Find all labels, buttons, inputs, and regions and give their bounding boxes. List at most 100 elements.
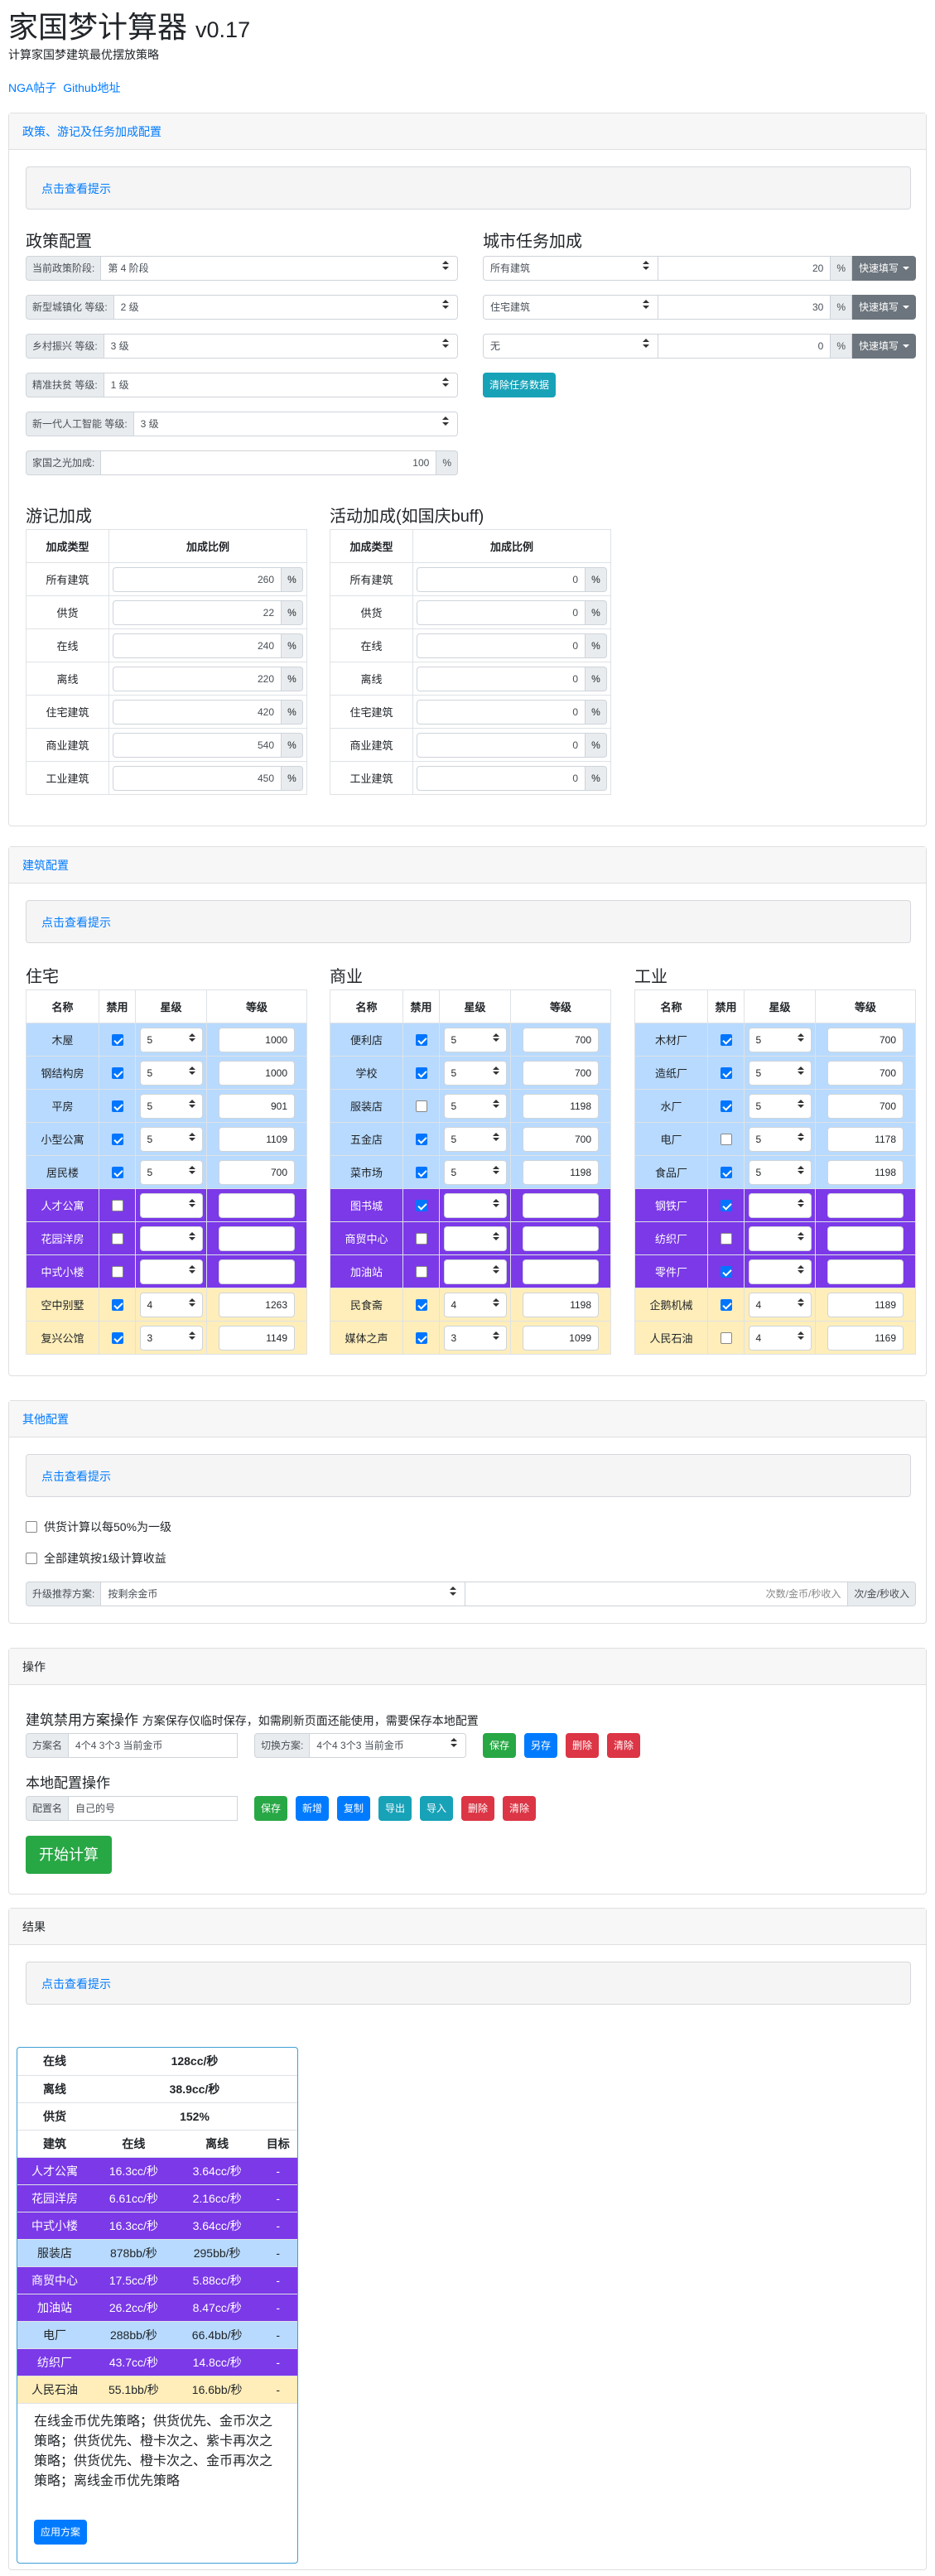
ban-checkbox[interactable] xyxy=(111,1299,123,1312)
rural-revival-select[interactable]: 乡村振兴 等级: 3 级 xyxy=(26,334,458,359)
level-input[interactable]: 700 xyxy=(523,1126,599,1152)
apply-scheme-button[interactable]: 应用方案 xyxy=(34,2520,88,2545)
start-calculation-button[interactable]: 开始计算 xyxy=(26,1836,112,1874)
github-link[interactable]: Github地址 xyxy=(63,81,120,94)
scheme-name-group[interactable]: 方案名 4个4 3个3 当前金币 xyxy=(26,1733,238,1758)
bonus-value[interactable]: 0 xyxy=(417,699,586,725)
bonus-input[interactable]: 540% xyxy=(113,732,303,758)
level-input[interactable]: 1169 xyxy=(827,1325,904,1351)
bonus-input[interactable]: 240% xyxy=(113,633,303,658)
ban-checkbox[interactable] xyxy=(111,1332,123,1345)
clear-scheme-button[interactable]: 清除 xyxy=(607,1733,641,1758)
policy-hint[interactable]: 点击查看提示 xyxy=(26,166,911,209)
bonus-value[interactable]: 0 xyxy=(417,666,586,691)
star-select[interactable]: 5 xyxy=(443,1225,507,1251)
ban-checkbox[interactable] xyxy=(415,1100,427,1113)
save-scheme-button[interactable]: 保存 xyxy=(483,1733,517,1758)
ban-checkbox[interactable] xyxy=(415,1034,427,1047)
saveas-scheme-button[interactable]: 另存 xyxy=(524,1733,558,1758)
level-input[interactable]: 1198 xyxy=(523,1093,599,1119)
star-select[interactable]: 5 xyxy=(139,1225,203,1251)
ai-level-select[interactable]: 新一代人工智能 等级: 3 级 xyxy=(26,412,458,436)
other-card-header[interactable]: 其他配置 xyxy=(9,1401,926,1437)
star-select[interactable]: 5 xyxy=(443,1126,507,1152)
star-select[interactable]: 5 xyxy=(748,1192,812,1218)
star-select[interactable]: 5 xyxy=(139,1093,203,1119)
ban-checkbox[interactable] xyxy=(720,1233,732,1245)
level-input[interactable]: 700 xyxy=(523,1027,599,1052)
level-input[interactable]: 700 xyxy=(827,1259,904,1284)
bonus-value[interactable]: 22 xyxy=(113,599,282,625)
star-select[interactable]: 5 xyxy=(443,1093,507,1119)
star-select[interactable]: 5 xyxy=(443,1192,507,1218)
star-select[interactable]: 4 xyxy=(748,1325,812,1351)
level-input[interactable]: 700 xyxy=(827,1192,904,1218)
star-select[interactable]: 4 xyxy=(443,1292,507,1317)
level-input[interactable]: 1307 xyxy=(219,1192,295,1218)
bonus-value[interactable]: 540 xyxy=(113,732,282,758)
export-config-button[interactable]: 导出 xyxy=(378,1796,412,1821)
copy-config-button[interactable]: 复制 xyxy=(337,1796,371,1821)
other-hint[interactable]: 点击查看提示 xyxy=(26,1454,911,1497)
config-name-input[interactable]: 自己的号 xyxy=(69,1796,238,1821)
level-input[interactable]: 700 xyxy=(827,1060,904,1086)
ban-checkbox[interactable] xyxy=(111,1200,123,1212)
bonus-value[interactable]: 240 xyxy=(113,633,282,658)
level-input[interactable]: 1306 xyxy=(523,1259,599,1284)
bonus-value[interactable]: 0 xyxy=(417,732,586,758)
ban-checkbox[interactable] xyxy=(720,1266,732,1278)
bonus-value[interactable]: 0 xyxy=(417,633,586,658)
level-input[interactable]: 901 xyxy=(219,1093,295,1119)
star-select[interactable]: 5 xyxy=(139,1060,203,1086)
ban-checkbox[interactable] xyxy=(415,1067,427,1080)
star-select[interactable]: 5 xyxy=(443,1027,507,1052)
star-select[interactable]: 5 xyxy=(748,1126,812,1152)
ban-checkbox[interactable] xyxy=(720,1067,732,1080)
quick-fill-button[interactable]: 快速填写 xyxy=(851,334,916,359)
star-select[interactable]: 5 xyxy=(748,1259,812,1284)
bonus-input[interactable]: 0% xyxy=(417,666,607,691)
bonus-input[interactable]: 0% xyxy=(417,732,607,758)
urbanization-select[interactable]: 新型城镇化 等级: 2 级 xyxy=(26,295,458,320)
star-select[interactable]: 5 xyxy=(748,1225,812,1251)
upgrade-plan-select[interactable]: 按剩余金币 xyxy=(101,1582,466,1606)
policy-card-header[interactable]: 政策、游记及任务加成配置 xyxy=(9,113,926,150)
ban-checkbox[interactable] xyxy=(415,1200,427,1212)
level-input[interactable]: 1149 xyxy=(219,1325,295,1351)
policy-stage-select[interactable]: 当前政策阶段: 第 4 阶段 xyxy=(26,256,458,281)
ban-checkbox[interactable] xyxy=(720,1332,732,1345)
bonus-input[interactable]: 220% xyxy=(113,666,303,691)
clear-config-button[interactable]: 清除 xyxy=(503,1796,537,1821)
star-select[interactable]: 5 xyxy=(748,1093,812,1119)
star-select[interactable]: 5 xyxy=(443,1259,507,1284)
bonus-input[interactable]: 260% xyxy=(113,566,303,592)
switch-scheme-group[interactable]: 切换方案: 4个4 3个3 当前金币 xyxy=(254,1733,466,1758)
star-select[interactable]: 5 xyxy=(748,1027,812,1052)
ban-checkbox[interactable] xyxy=(415,1299,427,1312)
bonus-value[interactable]: 260 xyxy=(113,566,282,592)
supply-level-option[interactable]: 供货计算以每50%为一级 xyxy=(26,1519,171,1535)
ban-checkbox[interactable] xyxy=(415,1233,427,1245)
level-input[interactable]: 1198 xyxy=(523,1159,599,1185)
level-input[interactable]: 1099 xyxy=(523,1325,599,1351)
level-input[interactable]: 1295 xyxy=(523,1225,599,1251)
ban-checkbox[interactable] xyxy=(111,1067,123,1080)
ban-checkbox[interactable] xyxy=(720,1200,732,1212)
level-input[interactable]: 1000 xyxy=(219,1027,295,1052)
level-input[interactable]: 1198 xyxy=(827,1159,904,1185)
ban-checkbox[interactable] xyxy=(111,1100,123,1113)
level-input[interactable]: 1189 xyxy=(827,1292,904,1317)
level-input[interactable]: 1109 xyxy=(219,1126,295,1152)
bonus-input[interactable]: 22% xyxy=(113,599,303,625)
bonus-value[interactable]: 450 xyxy=(113,765,282,791)
star-select[interactable]: 4 xyxy=(139,1292,203,1317)
ban-checkbox[interactable] xyxy=(720,1100,732,1113)
star-select[interactable]: 5 xyxy=(748,1159,812,1185)
upgrade-amount-input[interactable]: 次数/金币/秒收入 xyxy=(465,1582,849,1606)
delete-scheme-button[interactable]: 删除 xyxy=(566,1733,600,1758)
level-input[interactable]: 1178 xyxy=(827,1126,904,1152)
level-input[interactable]: 700 xyxy=(827,1093,904,1119)
star-select[interactable]: 3 xyxy=(139,1325,203,1351)
ban-checkbox[interactable] xyxy=(415,1167,427,1179)
level-input[interactable]: 1266 xyxy=(219,1225,295,1251)
